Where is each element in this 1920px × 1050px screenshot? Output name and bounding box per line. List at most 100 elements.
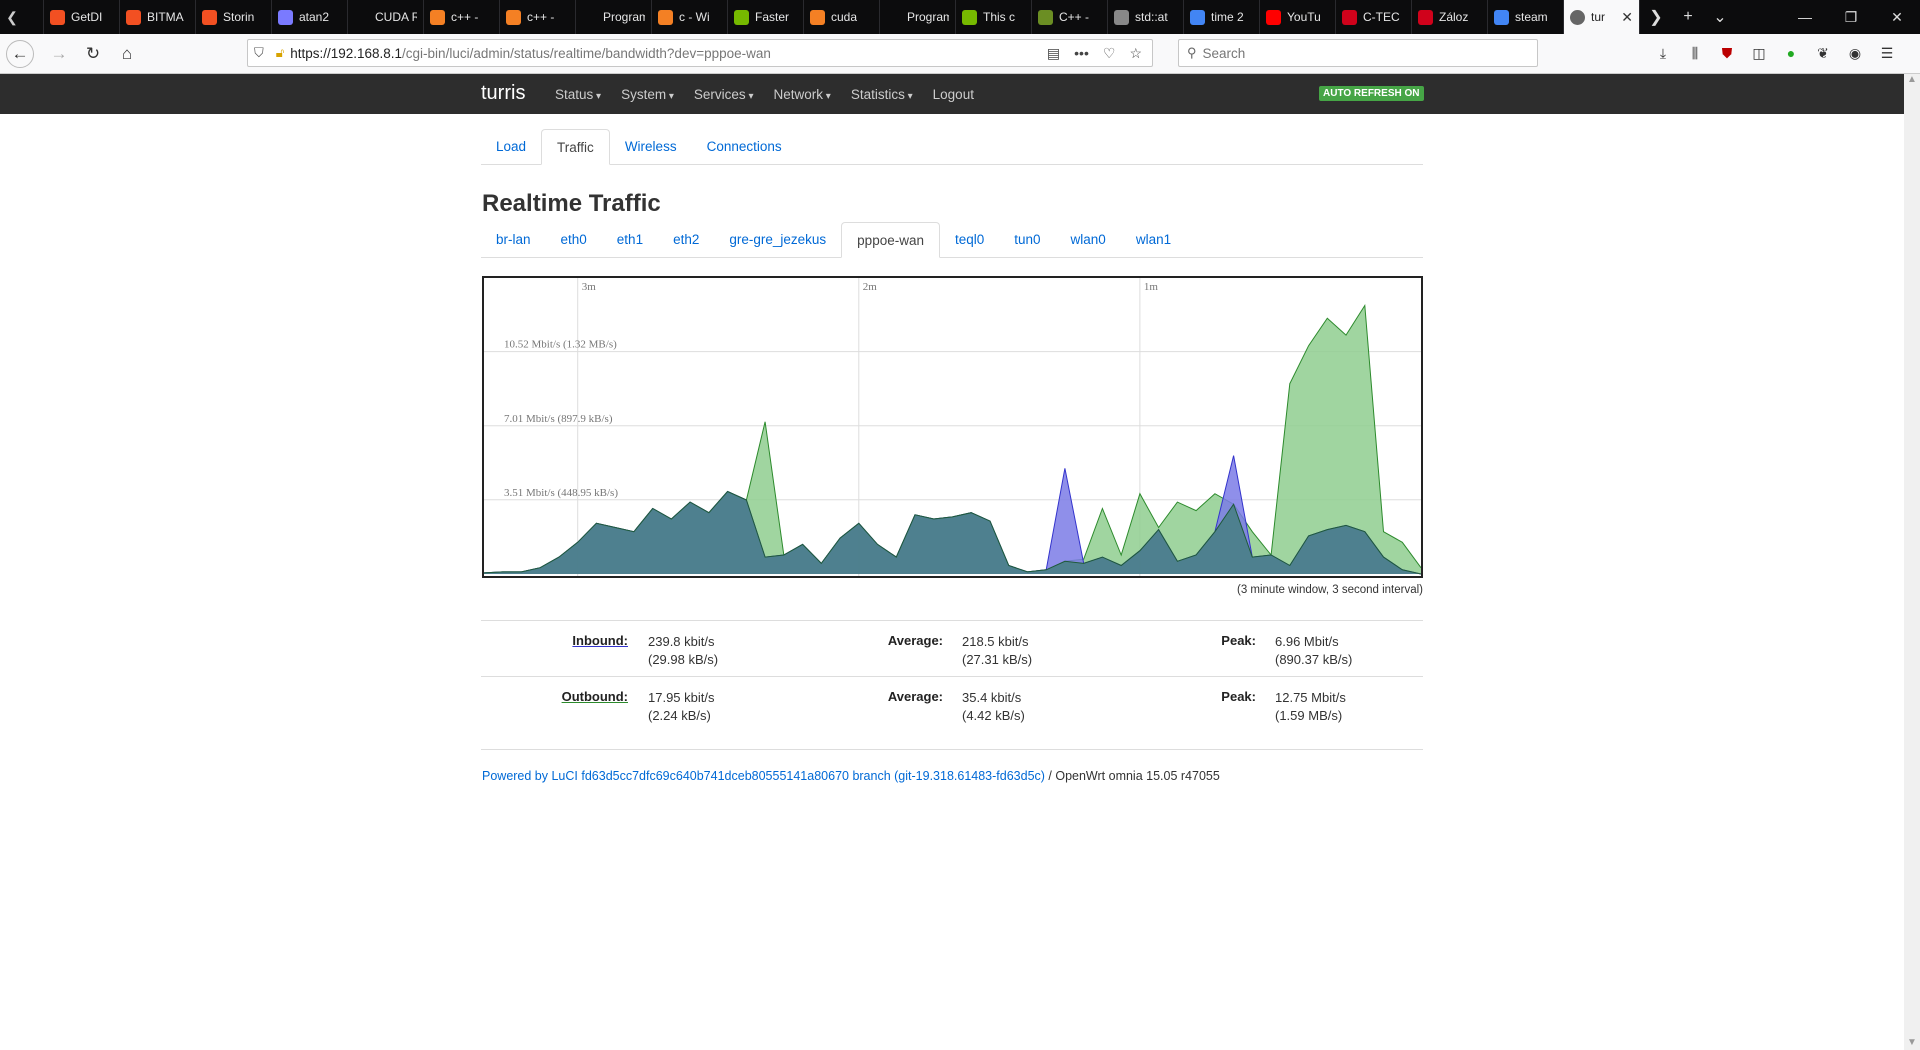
browser-tab[interactable]: C-TEC [1336, 0, 1412, 34]
footer: Powered by LuCI fd63d5cc7dfc69c640b741dc… [482, 769, 1220, 783]
luci-version-link[interactable]: Powered by LuCI fd63d5cc7dfc69c640b741dc… [482, 769, 1045, 783]
back-icon[interactable]: ← [6, 39, 34, 68]
inbound-current: 239.8 kbit/s (29.98 kB/s) [648, 633, 718, 669]
tab-wlan1[interactable]: wlan1 [1121, 222, 1186, 257]
browser-tab[interactable]: Programm [880, 0, 956, 34]
y-tick-label: 3.51 Mbit/s (448.95 kB/s) [504, 487, 618, 499]
inbound-peak: 6.96 Mbit/s (890.37 kB/s) [1275, 633, 1352, 669]
url-text[interactable]: https://192.168.8.1/cgi-bin/luci/admin/s… [290, 46, 771, 61]
traffic-graph-svg: 3m 2m 1m 3.51 Mbit/s (448.95 kB/s) 7.01 Mbit… [484, 278, 1421, 576]
menu-network[interactable]: Network [774, 87, 831, 102]
tab-scroll-left-icon[interactable]: ❮ [0, 0, 24, 34]
extension-green-icon[interactable]: ● [1780, 39, 1802, 67]
menu-system[interactable]: System [621, 87, 674, 102]
lock-warning-icon[interactable]: 🔓︎ [276, 45, 284, 61]
tab-favicon-icon [962, 9, 977, 25]
browser-tab-title: CUDA Run [375, 10, 417, 24]
menu-logout[interactable]: Logout [933, 87, 974, 102]
list-tabs-icon[interactable]: ⌄ [1704, 7, 1736, 27]
browser-tab[interactable]: std::at [1108, 0, 1184, 34]
close-tab-icon[interactable]: ✕ [1621, 9, 1633, 26]
browser-tab[interactable]: Programm [576, 0, 652, 34]
browser-tab[interactable]: Záloz [1412, 0, 1488, 34]
downloads-icon[interactable]: ⤓ [1652, 39, 1674, 67]
browser-tab[interactable]: BITMA [120, 0, 196, 34]
tab-favicon-icon [658, 9, 673, 25]
inbound-current-bytes: (29.98 kB/s) [648, 652, 719, 667]
tab-connections[interactable]: Connections [692, 129, 797, 164]
x-tick-label: 1m [1144, 281, 1159, 293]
browser-tab-title: BITMA [147, 10, 184, 24]
page-scrollbar[interactable]: ▲ ▼ [1904, 74, 1920, 1050]
sidebar-icon[interactable]: ◫ [1748, 39, 1770, 67]
restore-icon[interactable]: ❐ [1828, 9, 1874, 26]
browser-tab[interactable]: cuda [804, 0, 880, 34]
browser-tab-strip: ❮ GetDI BITMA Storin atan2 CUDA Run c++ - c++ … [0, 0, 1920, 34]
close-window-icon[interactable]: ✕ [1874, 9, 1920, 26]
browser-tab[interactable]: c - Wi [652, 0, 728, 34]
traffic-stats: Inbound: 239.8 kbit/s (29.98 kB/s) Averag… [481, 620, 1423, 732]
tab-eth1[interactable]: eth1 [602, 222, 658, 257]
menu-statistics[interactable]: Statistics [851, 87, 913, 102]
tab-traffic[interactable]: Traffic [541, 129, 610, 165]
scroll-down-icon[interactable]: ▼ [1904, 1037, 1920, 1048]
tab-eth0[interactable]: eth0 [546, 222, 602, 257]
menu-services[interactable]: Services [694, 87, 754, 102]
reader-view-icon[interactable]: ▤ [1047, 45, 1060, 62]
tab-favicon-icon [810, 9, 825, 25]
browser-tab[interactable]: Faster [728, 0, 804, 34]
tab-gre-gre-jezekus[interactable]: gre-gre_jezekus [714, 222, 841, 257]
menu-icon[interactable]: ☰ [1876, 39, 1898, 67]
tab-wlan0[interactable]: wlan0 [1056, 222, 1121, 257]
openwrt-version: / OpenWrt omnia 15.05 r47055 [1044, 769, 1220, 783]
browser-tab[interactable]: Storin [196, 0, 272, 34]
account-icon[interactable]: ◉ [1844, 39, 1866, 67]
home-icon[interactable]: ⌂ [112, 39, 142, 69]
new-tab-icon[interactable]: + [1672, 8, 1704, 26]
scroll-up-icon[interactable]: ▲ [1904, 74, 1920, 85]
tab-scroll-right-icon[interactable]: ❯ [1640, 7, 1672, 27]
browser-tab[interactable]: steam [1488, 0, 1564, 34]
browser-tab[interactable]: CUDA Run [348, 0, 424, 34]
browser-tab[interactable]: c++ - [500, 0, 576, 34]
reload-icon[interactable]: ↻ [78, 39, 108, 69]
page-actions-icon[interactable]: ••• [1074, 45, 1089, 62]
pocket-icon[interactable]: ♡ [1103, 45, 1116, 62]
browser-tab[interactable]: This c [956, 0, 1032, 34]
url-bar[interactable]: ⛉ 🔓︎ https://192.168.8.1/cgi-bin/luci/ad… [247, 39, 1153, 67]
browser-tab[interactable]: C++ - [1032, 0, 1108, 34]
browser-tab-title: GetDI [71, 10, 103, 24]
tab-pppoe-wan[interactable]: pppoe-wan [841, 222, 940, 258]
browser-tab-collapsed[interactable] [24, 0, 44, 34]
tab-eth2[interactable]: eth2 [658, 222, 714, 257]
inbound-average: 218.5 kbit/s (27.31 kB/s) [962, 633, 1032, 669]
outbound-peak-rate: 12.75 Mbit/s [1275, 690, 1346, 705]
tab-load[interactable]: Load [481, 129, 541, 164]
tab-favicon-icon [506, 9, 521, 25]
url-path: /cgi-bin/luci/admin/status/realtime/band… [402, 45, 771, 61]
browser-tab[interactable]: GetDI [44, 0, 120, 34]
browser-tab-active[interactable]: tur ✕ [1564, 0, 1640, 34]
tab-tun0[interactable]: tun0 [999, 222, 1055, 257]
tab-favicon-icon [202, 9, 217, 25]
search-bar[interactable]: ⚲ Search [1178, 39, 1538, 67]
menu-status[interactable]: Status [555, 87, 601, 102]
browser-tab[interactable]: atan2 [272, 0, 348, 34]
tab-wireless[interactable]: Wireless [610, 129, 692, 164]
browser-tab[interactable]: YouTu [1260, 0, 1336, 34]
auto-refresh-badge[interactable]: AUTO REFRESH ON [1319, 86, 1424, 101]
brand-logo[interactable]: turris [481, 82, 525, 105]
tab-favicon-icon [278, 9, 293, 25]
ublock-icon[interactable]: ⛊ [1716, 39, 1738, 67]
browser-tab[interactable]: c++ - [424, 0, 500, 34]
tab-br-lan[interactable]: br-lan [481, 222, 546, 257]
library-icon[interactable]: ⫼ [1684, 39, 1706, 67]
bookmark-star-icon[interactable]: ☆ [1129, 45, 1142, 62]
shield-icon[interactable]: ⛉ [254, 45, 264, 61]
extension-leaf-icon[interactable]: ❦ [1812, 39, 1834, 67]
browser-tab[interactable]: time 2 [1184, 0, 1260, 34]
outbound-average-label: Average: [887, 689, 943, 704]
tab-teql0[interactable]: teql0 [940, 222, 999, 257]
minimize-icon[interactable]: — [1782, 9, 1828, 25]
forward-icon[interactable]: → [44, 39, 74, 69]
